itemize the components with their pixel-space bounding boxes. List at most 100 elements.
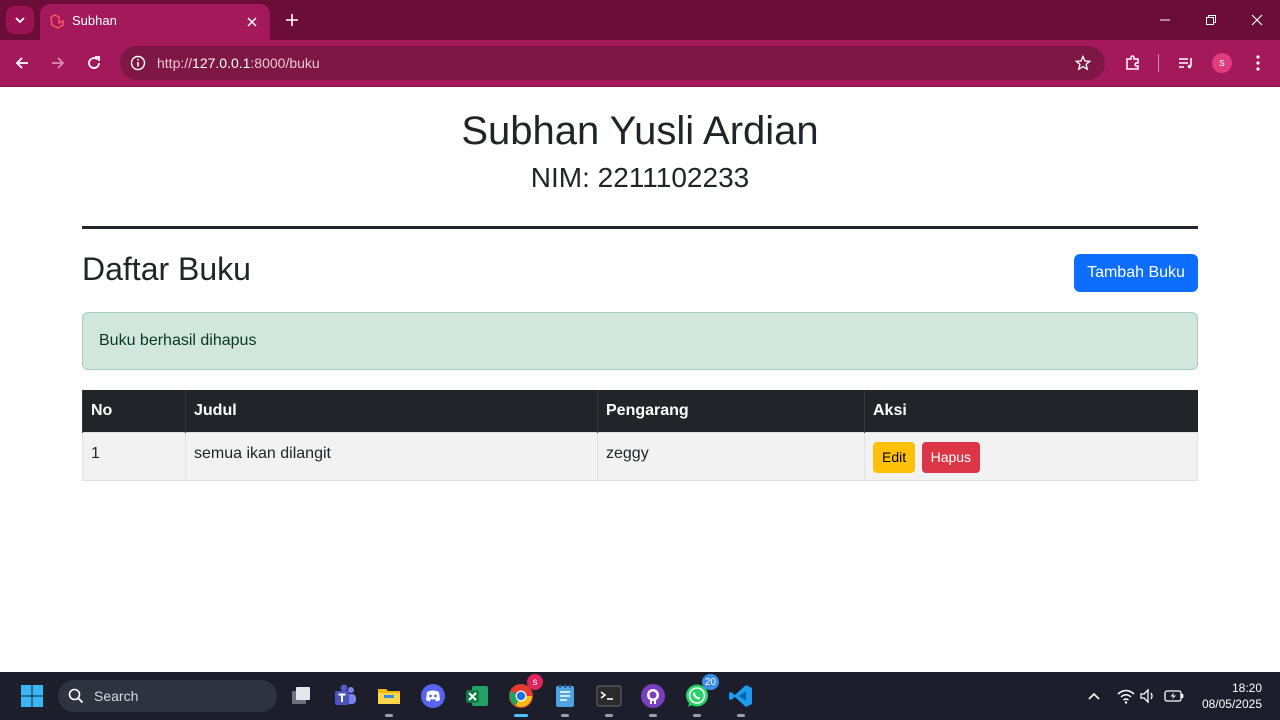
task-view-button[interactable]: [285, 680, 317, 712]
books-table: No Judul Pengarang Aksi 1 semua ikan dil…: [82, 390, 1198, 481]
folder-icon: [378, 689, 400, 704]
github-desktop-app[interactable]: [637, 680, 669, 717]
tab-strip: Subhan: [0, 0, 1280, 40]
column-header-aksi: Aksi: [864, 390, 1198, 432]
close-icon: [1251, 14, 1263, 26]
search-label: Search: [94, 688, 139, 704]
restore-button[interactable]: [1188, 0, 1234, 40]
page-border: [0, 86, 1280, 87]
toolbar-separator: [1158, 54, 1159, 72]
media-controls-button[interactable]: [1172, 49, 1200, 77]
cell-no: 1: [82, 431, 186, 481]
tab-search-button[interactable]: [6, 6, 34, 34]
reload-button[interactable]: [80, 49, 108, 77]
extensions-button[interactable]: [1119, 49, 1147, 77]
wifi-icon: [1117, 689, 1135, 704]
excel-app[interactable]: [461, 680, 493, 712]
vscode-app[interactable]: [725, 680, 757, 717]
url-text[interactable]: http://127.0.0.1:8000/buku: [157, 55, 320, 71]
back-button[interactable]: [8, 49, 36, 77]
windows-taskbar: Search s 20 18:20 08/05/2025: [0, 672, 1280, 720]
file-explorer-app[interactable]: [373, 680, 405, 717]
page-header: Subhan Yusli Ardian NIM: 2211102233: [0, 108, 1280, 195]
site-info-icon[interactable]: [126, 51, 150, 75]
volume-status[interactable]: [1138, 686, 1158, 706]
github-icon: [641, 684, 665, 708]
url-scheme: http://: [157, 55, 193, 71]
profile-avatar[interactable]: s: [1212, 53, 1232, 73]
discord-app[interactable]: [417, 680, 449, 712]
chrome-profile-badge: s: [527, 674, 543, 690]
teams-app[interactable]: [329, 680, 361, 712]
show-hidden-icons-button[interactable]: [1084, 686, 1104, 706]
running-indicator: [649, 714, 657, 717]
battery-charging-icon: [1164, 690, 1184, 702]
url-host: 127.0.0.1: [192, 55, 251, 71]
running-indicator: [605, 714, 613, 717]
page-title: Daftar Buku: [82, 251, 251, 287]
terminal-app[interactable]: [593, 680, 625, 717]
running-indicator: [385, 714, 393, 717]
start-button[interactable]: [16, 680, 48, 712]
close-window-button[interactable]: [1234, 0, 1280, 40]
running-indicator: [693, 714, 701, 717]
more-vert-icon: [1256, 55, 1260, 71]
edit-button[interactable]: Edit: [873, 441, 916, 473]
whatsapp-app[interactable]: 20: [681, 674, 719, 717]
student-nim: NIM: 2211102233: [530, 162, 750, 193]
minimize-button[interactable]: [1142, 0, 1188, 40]
browser-toolbar: http://127.0.0.1:8000/buku: [0, 40, 1280, 86]
active-indicator: [514, 714, 528, 717]
queue-music-icon: [1179, 58, 1192, 69]
teams-icon: [335, 684, 356, 705]
browser-menu-button[interactable]: [1244, 49, 1272, 77]
cell-aksi: Edit Hapus: [864, 431, 1198, 481]
bookmark-star-icon[interactable]: [1073, 53, 1093, 73]
table-row: 1 semua ikan dilangit zeggy Edit Hapus: [82, 431, 1198, 481]
cell-pengarang: zeggy: [597, 431, 865, 481]
student-name: Subhan Yusli Ardian: [461, 109, 819, 153]
minimize-icon: [1160, 19, 1170, 21]
notepad-app[interactable]: [549, 680, 581, 717]
active-tab[interactable]: Subhan: [40, 4, 270, 40]
taskbar-search[interactable]: Search: [58, 680, 277, 712]
header-divider: [82, 226, 1198, 229]
reload-icon: [88, 56, 100, 69]
url-path: :8000/buku: [250, 55, 320, 71]
puzzle-icon: [1126, 55, 1139, 70]
terminal-icon: [596, 685, 622, 707]
laravel-favicon-icon: [50, 14, 64, 29]
wifi-status[interactable]: [1116, 686, 1136, 706]
speaker-icon: [1140, 688, 1153, 704]
clock-date: 08/05/2025: [1201, 697, 1262, 711]
add-book-button[interactable]: Tambah Buku: [1074, 254, 1198, 292]
tab-title: Subhan: [72, 13, 117, 28]
chrome-app[interactable]: s: [505, 674, 543, 717]
discord-icon: [421, 684, 445, 708]
system-clock[interactable]: 18:20 08/05/2025: [1202, 680, 1262, 712]
running-indicator: [737, 714, 745, 717]
column-header-pengarang: Pengarang: [597, 390, 865, 432]
close-tab-icon[interactable]: [242, 12, 262, 32]
new-tab-button[interactable]: [280, 8, 304, 32]
vscode-icon: [729, 685, 752, 707]
clock-time: 18:20: [1231, 681, 1262, 695]
table-header-row: No Judul Pengarang Aksi: [82, 390, 1198, 432]
success-alert: Buku berhasil dihapus: [82, 312, 1198, 370]
notepad-icon: [556, 684, 574, 707]
delete-button[interactable]: Hapus: [921, 441, 981, 473]
whatsapp-unread-badge: 20: [701, 674, 719, 690]
address-bar[interactable]: http://127.0.0.1:8000/buku: [120, 46, 1105, 80]
plus-icon: [286, 14, 298, 26]
cell-judul: semua ikan dilangit: [185, 431, 598, 481]
restore-icon: [1206, 15, 1216, 25]
chevron-up-icon: [1088, 692, 1100, 700]
task-view-icon: [292, 687, 310, 704]
forward-arrow-icon: [52, 57, 65, 69]
column-header-no: No: [82, 390, 186, 432]
forward-button[interactable]: [44, 49, 72, 77]
running-indicator: [561, 714, 569, 717]
windows-logo-icon: [21, 685, 43, 707]
battery-status[interactable]: [1164, 686, 1184, 706]
excel-icon: [466, 686, 488, 706]
